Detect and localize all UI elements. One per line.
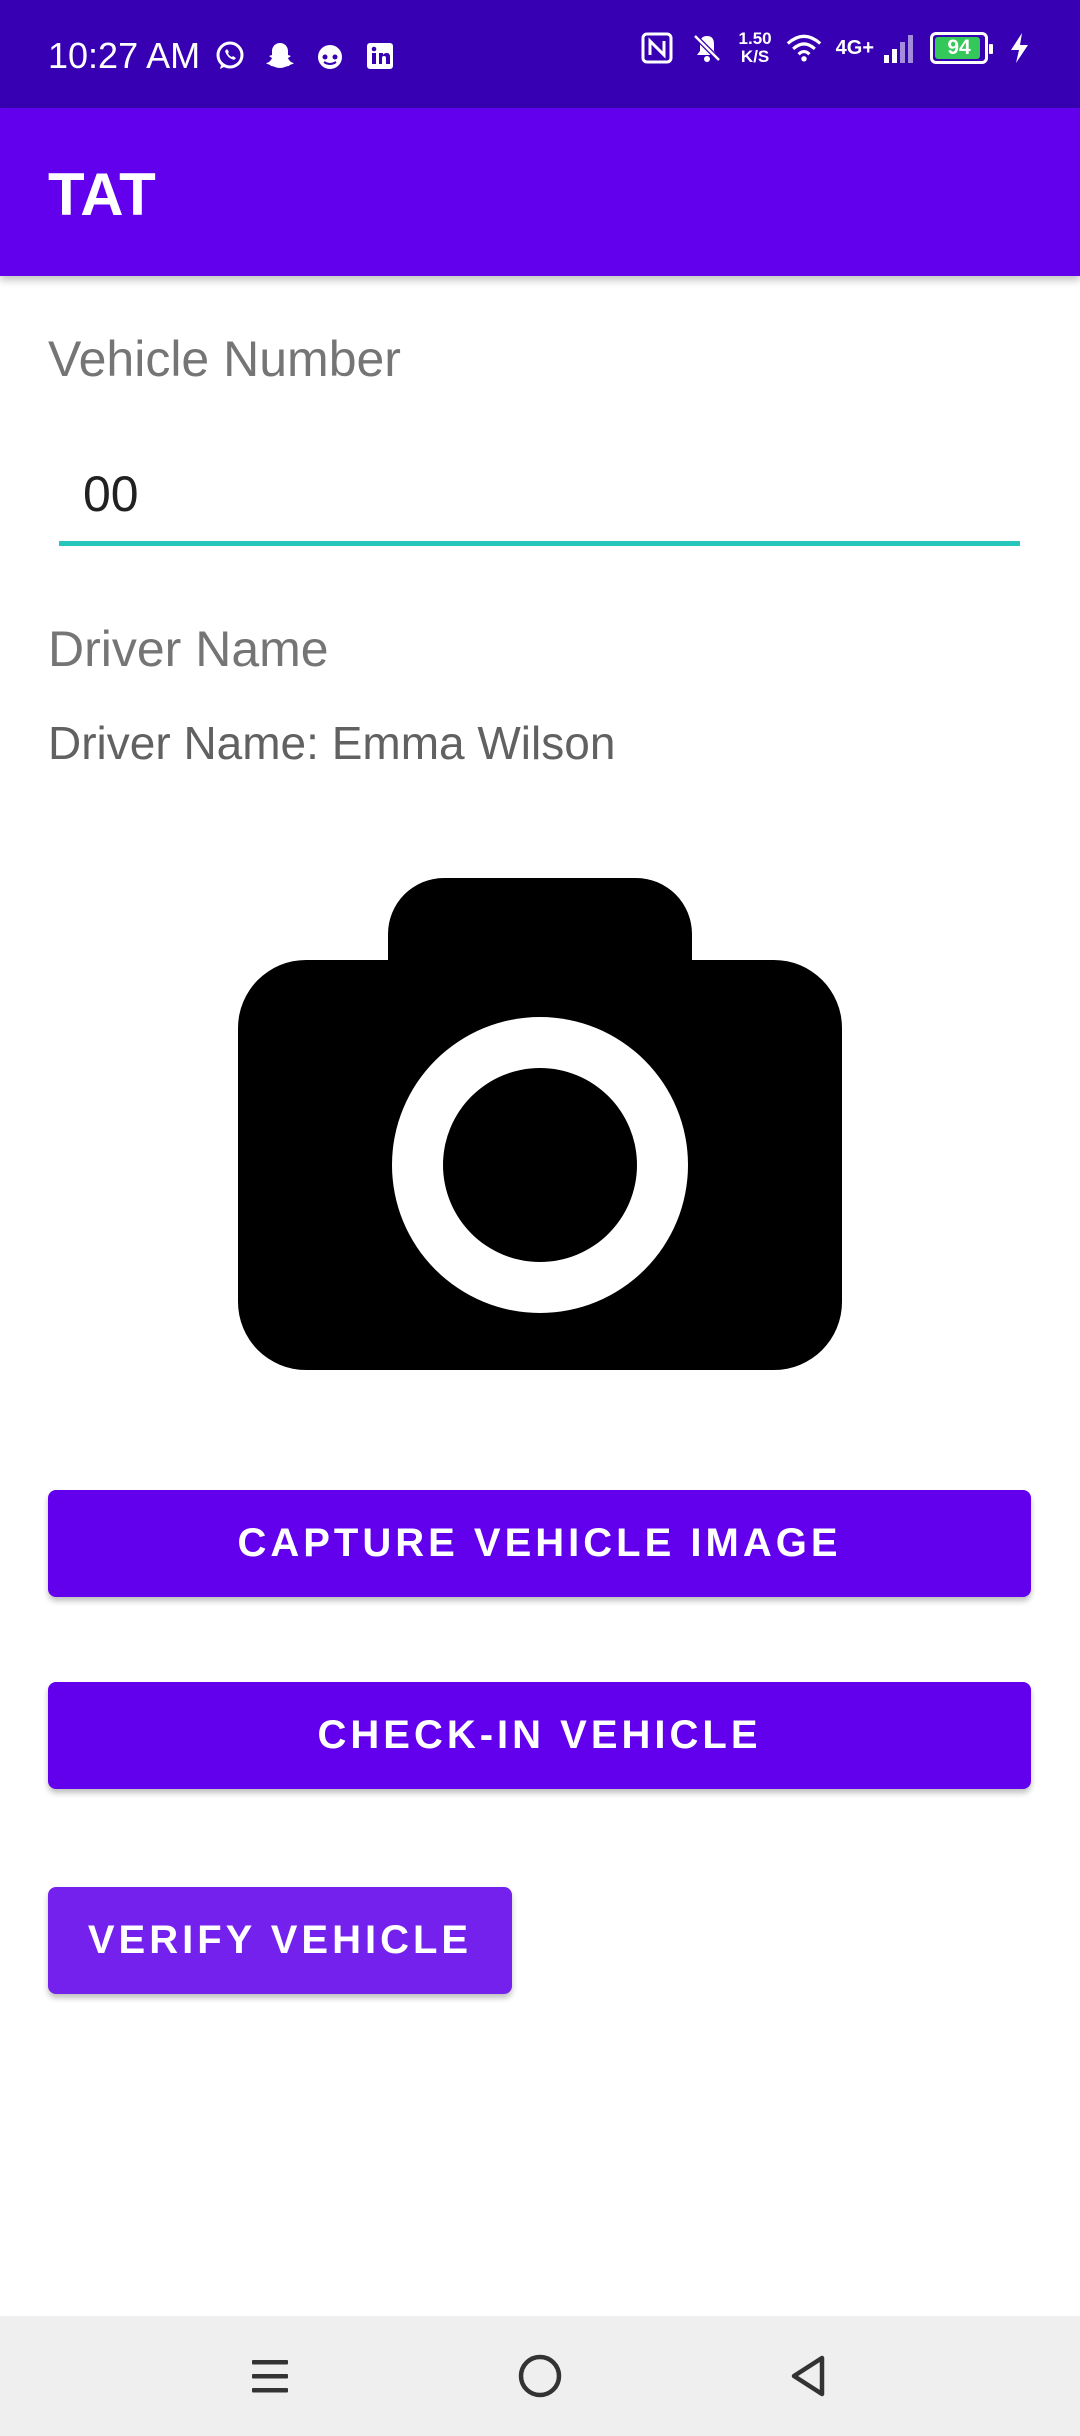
speed-unit: K/S	[740, 47, 770, 66]
status-bar: 10:27 AM 1.50 K/S 4G+ 94	[0, 0, 1080, 108]
driver-name-label: Driver Name	[48, 621, 329, 677]
network-type: 4G+	[835, 36, 874, 59]
linkedin-icon	[362, 38, 398, 74]
battery-icon: 94	[930, 32, 993, 64]
speed-value: 1.50	[738, 29, 772, 48]
status-time: 10:27 AM	[48, 35, 201, 76]
snapchat-icon	[262, 38, 298, 74]
system-icons: 1.50 K/S 4G+ 94	[639, 30, 1038, 66]
menu-icon[interactable]	[238, 2344, 302, 2408]
vehicle-number-input[interactable]	[59, 446, 1020, 541]
app-title: TAT	[48, 161, 156, 228]
vehicle-number-field[interactable]	[59, 446, 1020, 546]
home-icon[interactable]	[508, 2344, 572, 2408]
reddit-icon	[312, 38, 348, 74]
wifi-icon	[786, 30, 822, 66]
whatsapp-icon	[212, 38, 248, 74]
system-nav-bar	[0, 2316, 1080, 2436]
notification-icons	[212, 38, 398, 74]
back-icon[interactable]	[776, 2344, 840, 2408]
driver-name-value: Driver Name: Emma Wilson	[48, 717, 616, 769]
vehicle-number-label: Vehicle Number	[48, 331, 401, 387]
camera-icon	[238, 878, 842, 1370]
signal-icon	[880, 30, 916, 66]
mute-icon	[689, 30, 725, 66]
capture-vehicle-image-button[interactable]: CAPTURE VEHICLE IMAGE	[48, 1490, 1031, 1597]
verify-vehicle-button[interactable]: VERIFY VEHICLE	[48, 1887, 512, 1994]
network-speed: 1.50 K/S	[739, 30, 772, 66]
battery-level: 94	[947, 36, 971, 59]
vehicle-image-preview[interactable]	[238, 878, 842, 1370]
check-in-vehicle-button[interactable]: CHECK-IN VEHICLE	[48, 1682, 1031, 1789]
app-bar: TAT	[0, 108, 1080, 276]
charging-icon	[1002, 30, 1038, 66]
nfc-icon	[639, 30, 675, 66]
